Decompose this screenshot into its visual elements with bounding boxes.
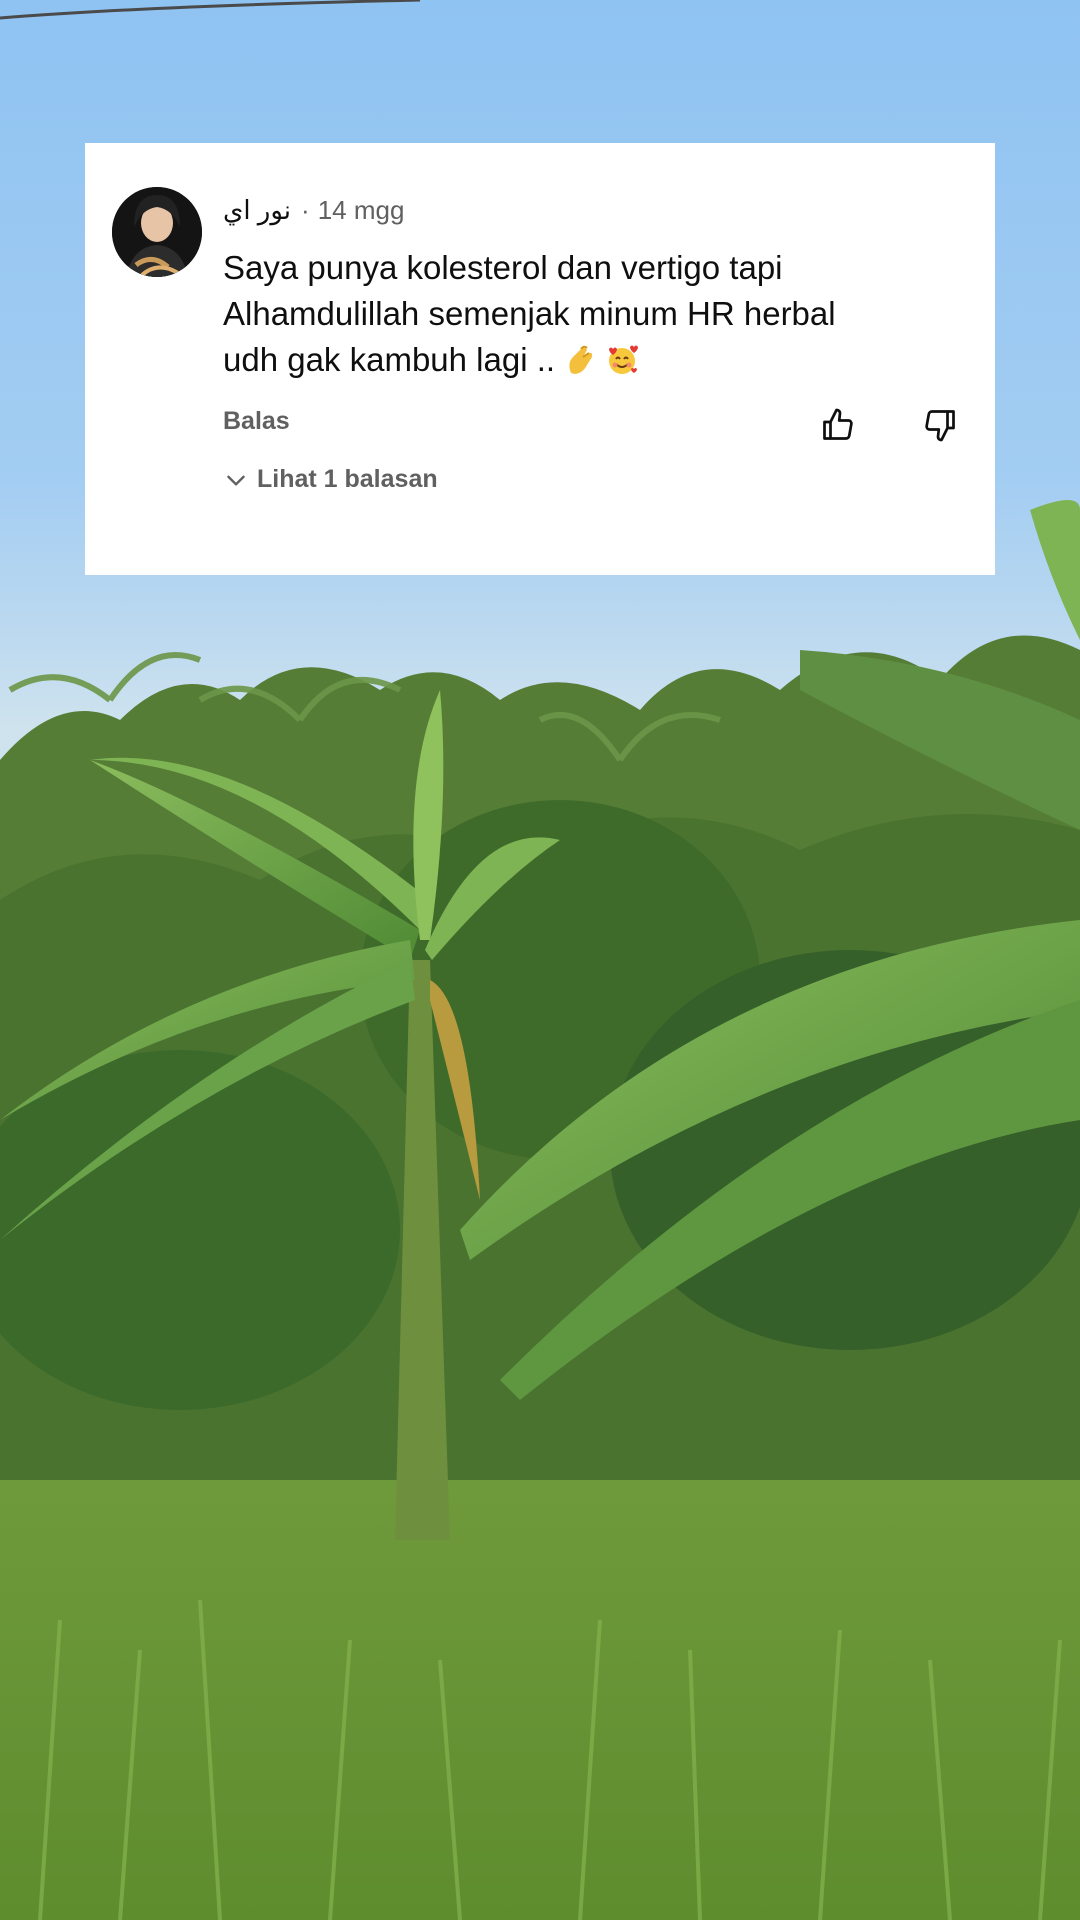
smiling-face-with-hearts-emoji	[609, 345, 639, 374]
comment-meta: نور اي · 14 mgg	[223, 193, 404, 227]
thumbs-down-icon	[925, 410, 955, 442]
reply-button[interactable]: Balas	[223, 407, 290, 436]
comment-text-line-last: udh gak kambuh lagi ..	[223, 337, 943, 383]
dislike-button[interactable]	[920, 405, 960, 445]
view-replies-button[interactable]: Lihat 1 balasan	[223, 465, 438, 494]
view-replies-label: Lihat 1 balasan	[257, 465, 438, 493]
comment-timestamp: 14 mgg	[317, 194, 405, 225]
comment-text: Saya punya kolesterol dan vertigo tapi A…	[223, 245, 943, 383]
avatar[interactable]	[112, 187, 202, 277]
comment-text-line: udh gak kambuh lagi ..	[223, 341, 556, 378]
video-background: نور اي · 14 mgg Saya punya kolesterol da…	[0, 0, 1080, 1920]
pinched-fingers-emoji	[569, 345, 593, 374]
like-button[interactable]	[818, 405, 858, 445]
comment-text-line: Saya punya kolesterol dan vertigo tapi	[223, 249, 783, 286]
meta-separator: ·	[301, 194, 310, 225]
thumbs-up-icon	[823, 408, 853, 440]
comment-card: نور اي · 14 mgg Saya punya kolesterol da…	[85, 143, 995, 575]
author-name[interactable]: نور اي	[223, 195, 291, 226]
chevron-down-icon	[227, 475, 245, 486]
avatar-image	[112, 187, 202, 277]
comment-text-line: Alhamdulillah semenjak minum HR herbal	[223, 295, 836, 332]
